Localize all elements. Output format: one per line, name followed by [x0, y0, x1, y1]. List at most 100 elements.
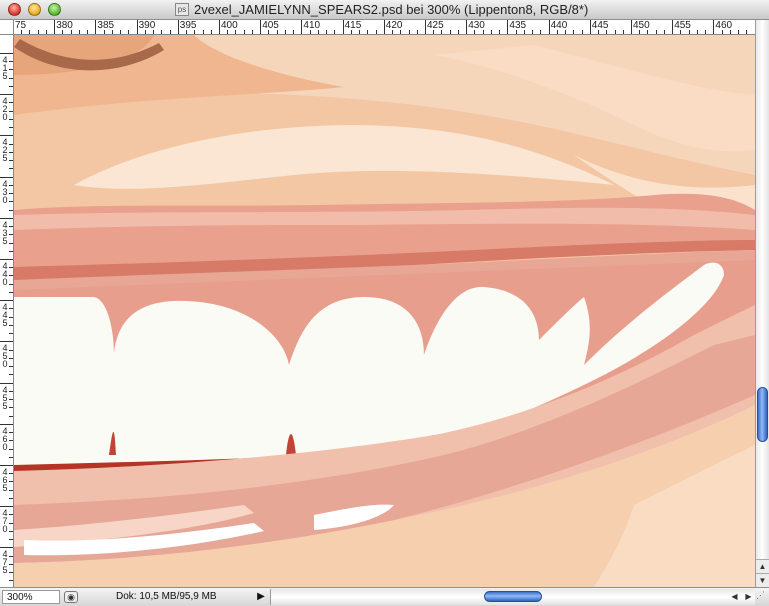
ruler-tick — [194, 30, 196, 34]
ruler-tick — [111, 30, 113, 34]
ruler-tick — [573, 30, 575, 34]
ruler-tick — [359, 30, 361, 34]
ruler-label: 435 — [2, 219, 8, 246]
status-menu-icon[interactable]: ▶ — [255, 591, 267, 603]
ruler-tick — [523, 30, 525, 34]
ruler-tick — [317, 30, 319, 34]
ruler-tick — [186, 30, 188, 34]
ruler-tick — [87, 30, 89, 34]
ruler-tick — [21, 30, 23, 34]
ruler-tick — [9, 275, 13, 277]
ruler-tick — [647, 30, 649, 34]
ruler-tick — [0, 94, 13, 96]
image-canvas[interactable] — [14, 35, 755, 587]
resize-grip-icon[interactable]: ⋰ — [756, 590, 768, 605]
ruler-tick — [9, 522, 13, 524]
ruler-tick — [219, 20, 220, 34]
ruler-tick — [0, 300, 13, 302]
ruler-label: 475 — [2, 549, 8, 576]
ruler-tick — [0, 176, 13, 178]
vertical-scrollbar[interactable]: ▲ ▼ — [755, 20, 769, 587]
ruler-tick — [268, 30, 270, 34]
ruler-tick — [95, 20, 97, 34]
zoom-icon[interactable] — [48, 3, 61, 16]
ruler-tick — [0, 135, 13, 137]
ruler-tick — [169, 30, 171, 34]
ruler-tick — [9, 399, 13, 401]
ruler-tick — [672, 20, 674, 34]
ruler-tick — [515, 30, 517, 34]
scroll-down-arrow-icon[interactable]: ▼ — [756, 573, 769, 587]
ruler-tick — [696, 30, 698, 34]
ruler-tick — [425, 20, 426, 34]
title-bar: ps 2vexel_JAMIELYNN_SPEARS2.psd bei 300%… — [0, 0, 769, 20]
horizontal-scrollbar[interactable]: ◀ ▶ — [270, 589, 755, 605]
scroll-up-arrow-icon[interactable]: ▲ — [756, 559, 769, 573]
ruler-tick — [9, 127, 13, 129]
ruler-tick — [9, 102, 13, 104]
scroll-left-arrow-icon[interactable]: ◀ — [728, 589, 741, 604]
ruler-tick — [334, 30, 336, 34]
ruler-label: 415 — [2, 55, 8, 81]
horizontal-ruler[interactable]: 75 380 385 390 395 400 405 410 415 420 425 430 435 44… — [14, 20, 755, 35]
info-icon[interactable]: ◉ — [64, 591, 78, 603]
ruler-label: 450 — [2, 343, 8, 370]
ruler-tick — [45, 30, 47, 34]
ruler-tick — [0, 423, 13, 425]
ruler-origin[interactable] — [0, 20, 14, 35]
ruler-tick — [606, 30, 608, 34]
ruler-tick — [9, 481, 13, 483]
ruler-tick — [622, 30, 624, 34]
ruler-tick — [0, 382, 13, 384]
ruler-tick — [548, 20, 550, 34]
scroll-right-arrow-icon[interactable]: ▶ — [742, 589, 755, 604]
ruler-tick — [251, 30, 253, 34]
ruler-tick — [144, 30, 146, 34]
ruler-tick — [260, 20, 262, 34]
ruler-tick — [499, 30, 501, 34]
ruler-tick — [9, 61, 13, 63]
horizontal-scroll-thumb[interactable] — [484, 591, 542, 602]
vertical-ruler[interactable]: 415 420 425 430 435 440 445 450 455 460 465 470 475 — [0, 35, 14, 587]
ruler-tick — [301, 20, 303, 34]
vertical-scroll-thumb[interactable] — [757, 387, 768, 442]
ruler-tick — [276, 30, 278, 34]
document-proxy-icon[interactable]: ps — [175, 3, 189, 16]
ruler-tick — [326, 30, 328, 34]
ruler-tick — [9, 580, 13, 582]
ruler-tick — [9, 390, 13, 392]
ruler-tick — [227, 30, 229, 34]
ruler-tick — [0, 259, 13, 260]
ruler-tick — [78, 30, 80, 34]
ruler-tick — [9, 473, 13, 475]
status-bar: 300% ◉ Dok: 10,5 MB/95,9 MB ▶ ◀ ▶ ⋰ — [0, 587, 769, 606]
close-icon[interactable] — [8, 3, 21, 16]
ruler-tick — [688, 30, 690, 34]
ruler-tick — [9, 316, 13, 318]
ruler-tick — [383, 20, 385, 34]
ruler-tick — [210, 30, 212, 34]
ruler-tick — [9, 85, 13, 87]
ruler-tick — [9, 366, 13, 368]
ruler-tick — [9, 333, 13, 335]
ruler-tick — [9, 110, 13, 112]
zoom-level-field[interactable]: 300% — [2, 590, 60, 604]
ruler-tick — [540, 30, 542, 34]
ruler-tick — [0, 506, 13, 508]
ruler-tick — [9, 77, 13, 79]
ruler-label: 445 — [2, 302, 8, 329]
ruler-tick — [408, 30, 410, 34]
ruler-tick — [556, 30, 558, 34]
ruler-tick — [449, 30, 451, 34]
ruler-tick — [9, 291, 13, 293]
ruler-tick — [29, 30, 31, 34]
ruler-tick — [9, 242, 13, 244]
ruler-tick — [9, 168, 13, 170]
ruler-tick — [9, 69, 13, 71]
ruler-label: 425 — [2, 137, 8, 164]
minimize-icon[interactable] — [28, 3, 41, 16]
ruler-label: 430 — [2, 178, 8, 205]
ruler-tick — [0, 217, 13, 219]
ruler-tick — [441, 30, 443, 34]
ruler-tick — [284, 30, 286, 34]
